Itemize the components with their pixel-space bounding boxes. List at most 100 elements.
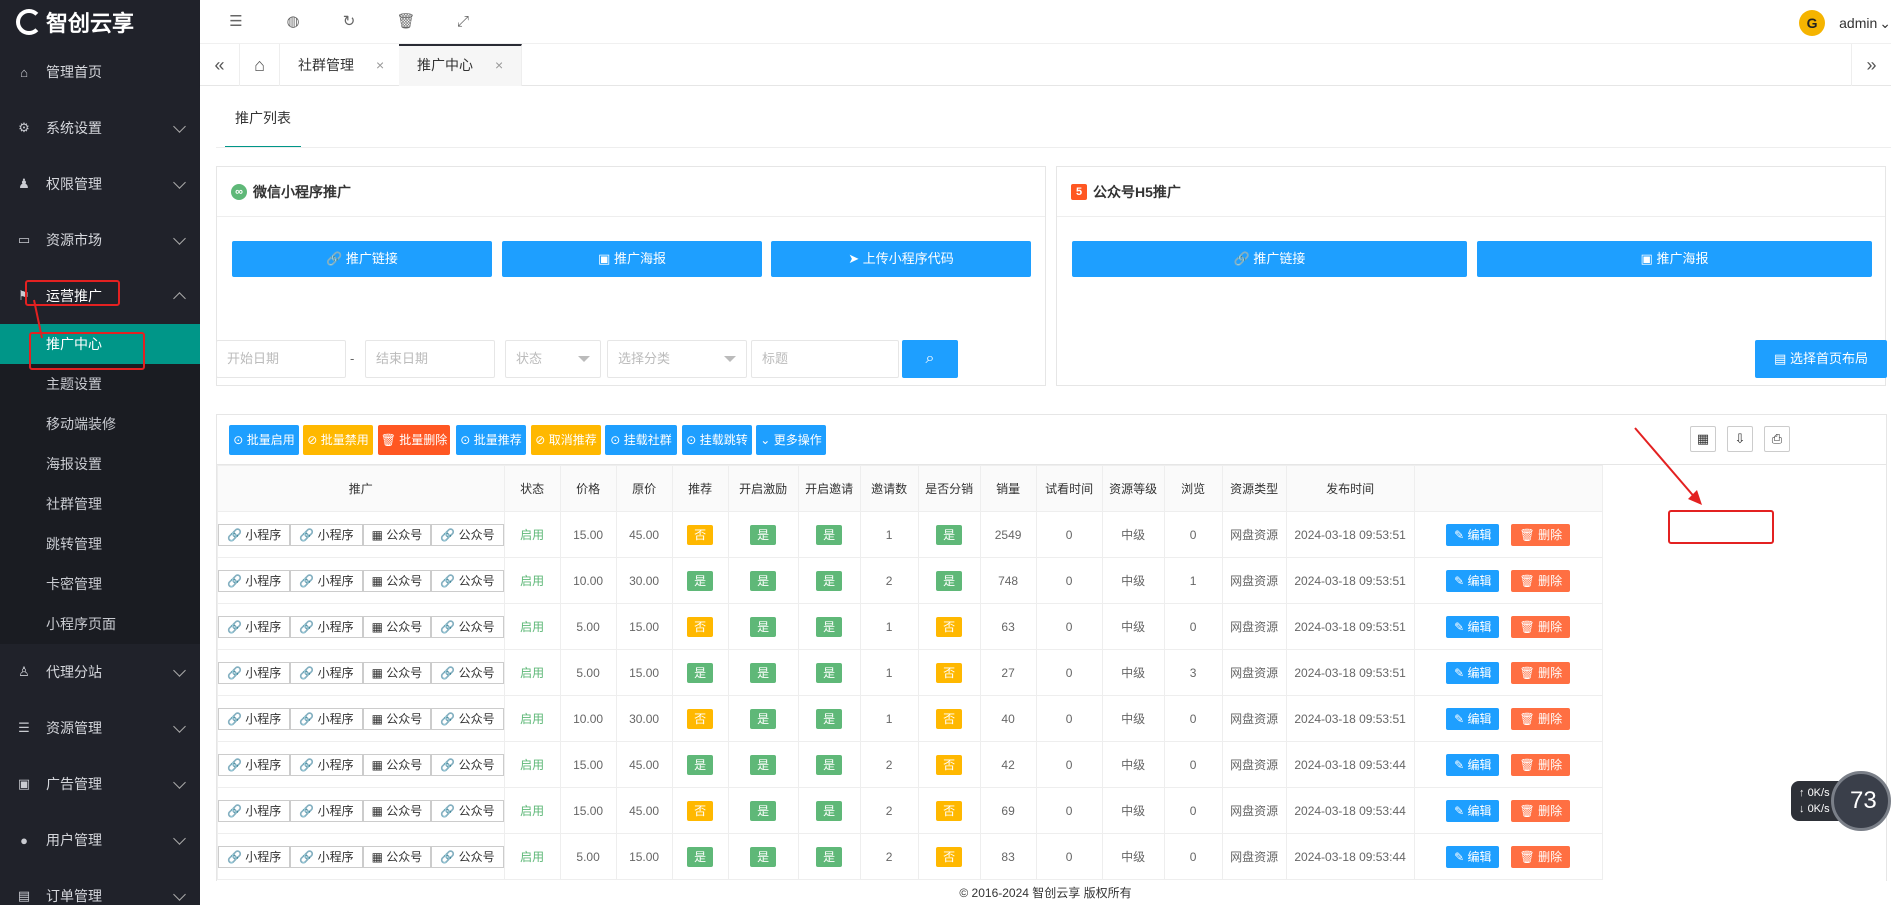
toggle-badge[interactable]: 是 <box>816 662 843 683</box>
toggle-badge[interactable]: 是 <box>687 570 714 591</box>
tabs-scroll-left-icon[interactable]: « <box>200 44 240 86</box>
promo-tag[interactable]: 🔗 小程序 <box>290 753 363 776</box>
toggle-badge[interactable]: 否 <box>687 524 714 545</box>
toggle-badge[interactable]: 是 <box>816 754 843 775</box>
sidebar-item[interactable]: ⚙ 系统设置 <box>0 100 200 156</box>
edit-button[interactable]: ✎ 编辑 <box>1446 661 1500 684</box>
promo-tag[interactable]: 🔗 小程序 <box>290 569 363 592</box>
toggle-badge[interactable]: 否 <box>936 616 963 637</box>
promo-tag[interactable]: 🔗 小程序 <box>218 845 291 868</box>
promo-tag[interactable]: 🔗 小程序 <box>290 523 363 546</box>
promo-tag[interactable]: ▦ 公众号 <box>362 615 432 638</box>
promo-tag[interactable]: ▦ 公众号 <box>362 845 432 868</box>
toggle-badge[interactable]: 是 <box>687 846 714 867</box>
promo-tag[interactable]: 🔗 公众号 <box>431 569 504 592</box>
delete-button[interactable]: 🗑 删除 <box>1511 661 1571 684</box>
promo-tag[interactable]: ▦ 公众号 <box>362 799 432 822</box>
sidebar-subitem[interactable]: 主题设置 <box>0 364 200 404</box>
print-icon[interactable]: ⎙ <box>1764 426 1790 452</box>
toggle-badge[interactable]: 是 <box>816 846 843 867</box>
sidebar-item[interactable]: ▤ 订单管理 <box>0 868 200 905</box>
delete-button[interactable]: 🗑 删除 <box>1511 799 1571 822</box>
sidebar-item[interactable]: ♟ 权限管理 <box>0 156 200 212</box>
toolbar-button[interactable]: ⊙ 批量启用 <box>229 425 299 455</box>
promo-tag[interactable]: 🔗 公众号 <box>431 707 504 730</box>
tabs-scroll-right-icon[interactable]: » <box>1851 44 1891 86</box>
toggle-badge[interactable]: 否 <box>936 662 963 683</box>
toggle-badge[interactable]: 是 <box>687 662 714 683</box>
toggle-badge[interactable]: 是 <box>816 708 843 729</box>
promo-tag[interactable]: ▦ 公众号 <box>362 661 432 684</box>
promo-tag[interactable]: 🔗 小程序 <box>218 753 291 776</box>
toggle-badge[interactable]: 是 <box>750 524 777 545</box>
promo-tag[interactable]: 🔗 公众号 <box>431 523 504 546</box>
promo-tag[interactable]: 🔗 小程序 <box>218 661 291 684</box>
sidebar-item[interactable]: ⌂ 管理首页 <box>0 44 200 100</box>
toggle-badge[interactable]: 否 <box>936 800 963 821</box>
edit-button[interactable]: ✎ 编辑 <box>1446 753 1500 776</box>
edit-button[interactable]: ✎ 编辑 <box>1446 799 1500 822</box>
toggle-badge[interactable]: 是 <box>750 662 777 683</box>
tab-promotion-center[interactable]: 推广中心 × <box>399 44 523 86</box>
sidebar-subitem[interactable]: 社群管理 <box>0 484 200 524</box>
close-icon[interactable]: × <box>376 57 384 73</box>
delete-button[interactable]: 🗑 删除 <box>1511 523 1571 546</box>
promo-tag[interactable]: 🔗 小程序 <box>290 661 363 684</box>
promo-tag[interactable]: 🔗 小程序 <box>218 569 291 592</box>
promo-tag[interactable]: ▦ 公众号 <box>362 523 432 546</box>
delete-button[interactable]: 🗑 删除 <box>1511 569 1571 592</box>
delete-button[interactable]: 🗑 删除 <box>1511 845 1571 868</box>
globe-icon[interactable]: ◍ <box>283 12 303 32</box>
end-date-input[interactable]: 结束日期 <box>365 340 495 378</box>
h5-poster-button[interactable]: ▣ 推广海报 <box>1477 241 1872 277</box>
user-menu[interactable]: G admin ⌄ <box>1799 10 1891 36</box>
wechat-poster-button[interactable]: ▣ 推广海报 <box>502 241 762 277</box>
toggle-badge[interactable]: 是 <box>750 616 777 637</box>
toggle-badge[interactable]: 是 <box>750 708 777 729</box>
toggle-badge[interactable]: 是 <box>750 800 777 821</box>
start-date-input[interactable]: 开始日期 <box>216 340 346 378</box>
sidebar-item[interactable]: ♙ 代理分站 <box>0 644 200 700</box>
toggle-badge[interactable]: 否 <box>936 846 963 867</box>
promo-tag[interactable]: 🔗 小程序 <box>218 707 291 730</box>
category-select[interactable]: 选择分类 <box>607 340 747 378</box>
toggle-badge[interactable]: 否 <box>687 616 714 637</box>
export-icon[interactable]: ⇩ <box>1727 426 1753 452</box>
toggle-badge[interactable]: 是 <box>936 570 963 591</box>
toggle-badge[interactable]: 是 <box>816 524 843 545</box>
promo-tag[interactable]: 🔗 小程序 <box>218 523 291 546</box>
sidebar-subitem[interactable]: 跳转管理 <box>0 524 200 564</box>
sidebar-item[interactable]: ● 用户管理 <box>0 812 200 868</box>
tab-promotion-list[interactable]: 推广列表 <box>225 86 301 148</box>
toggle-badge[interactable]: 是 <box>687 754 714 775</box>
toolbar-button[interactable]: ⊙ 挂载社群 <box>605 425 677 455</box>
promo-tag[interactable]: ▦ 公众号 <box>362 569 432 592</box>
sidebar-item[interactable]: ▭ 资源市场 <box>0 212 200 268</box>
sidebar-subitem[interactable]: 卡密管理 <box>0 564 200 604</box>
toolbar-button[interactable]: ⊘ 批量禁用 <box>303 425 373 455</box>
trash-icon[interactable]: 🗑 <box>396 12 416 32</box>
promo-tag[interactable]: 🔗 小程序 <box>218 615 291 638</box>
close-icon[interactable]: × <box>495 57 503 73</box>
sidebar-item[interactable]: ▣ 广告管理 <box>0 756 200 812</box>
toggle-badge[interactable]: 是 <box>750 754 777 775</box>
fullscreen-icon[interactable]: ⤢ <box>453 12 473 32</box>
promo-tag[interactable]: ▦ 公众号 <box>362 707 432 730</box>
columns-icon[interactable]: ▦ <box>1690 426 1716 452</box>
toggle-badge[interactable]: 是 <box>750 846 777 867</box>
status-select[interactable]: 状态 <box>505 340 601 378</box>
toggle-badge[interactable]: 否 <box>687 708 714 729</box>
toggle-badge[interactable]: 否 <box>936 754 963 775</box>
edit-button[interactable]: ✎ 编辑 <box>1446 707 1500 730</box>
promo-tag[interactable]: ▦ 公众号 <box>362 753 432 776</box>
sidebar-subitem[interactable]: 移动端装修 <box>0 404 200 444</box>
toggle-badge[interactable]: 否 <box>936 708 963 729</box>
promo-tag[interactable]: 🔗 公众号 <box>431 661 504 684</box>
delete-button[interactable]: 🗑 删除 <box>1511 707 1571 730</box>
promo-tag[interactable]: 🔗 公众号 <box>431 753 504 776</box>
delete-button[interactable]: 🗑 删除 <box>1511 615 1571 638</box>
toolbar-button[interactable]: ⊘ 取消推荐 <box>531 425 601 455</box>
logo[interactable]: 智创云享 <box>0 0 200 44</box>
toggle-badge[interactable]: 否 <box>687 800 714 821</box>
menu-toggle-icon[interactable]: ☰ <box>226 12 246 32</box>
